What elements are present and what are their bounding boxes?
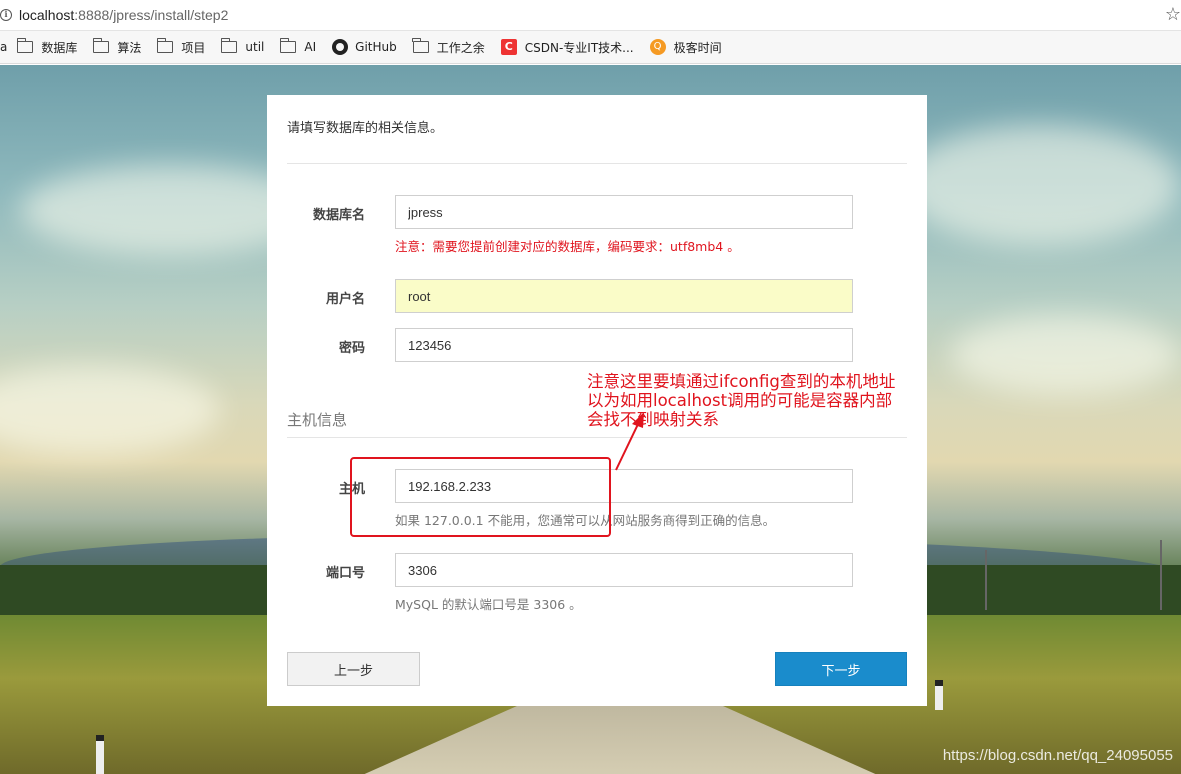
port-help: MySQL 的默认端口号是 3306 。 xyxy=(395,597,582,612)
power-tower xyxy=(1160,540,1162,610)
db-name-input[interactable] xyxy=(395,195,853,229)
bookmark-geektime[interactable]: Q 极客时间 xyxy=(649,39,722,56)
bookmarks-bar: a 数据库 算法 项目 util AI GitHub 工作之余 C CSDN-专业… xyxy=(0,31,1181,64)
address-bar[interactable]: i localhost:8888/jpress/install/step2 ☆ xyxy=(0,0,1181,31)
road-post xyxy=(935,680,943,710)
cloud xyxy=(950,315,1180,395)
bookmark-star-icon[interactable]: ☆ xyxy=(1165,4,1181,25)
road-post xyxy=(96,735,104,774)
previous-step-button[interactable]: 上一步 xyxy=(287,652,420,686)
password-input[interactable] xyxy=(395,328,853,362)
folder-icon xyxy=(280,38,297,53)
bookmark-folder-database[interactable]: 数据库 xyxy=(17,38,77,56)
username-input[interactable] xyxy=(395,279,853,313)
site-info-icon[interactable]: i xyxy=(0,9,12,21)
folder-icon xyxy=(412,38,429,53)
bookmark-github[interactable]: GitHub xyxy=(332,39,397,55)
db-name-help: 注意：需要您提前创建对应的数据库，编码要求：utf8mb4 。 xyxy=(395,239,740,254)
watermark: https://blog.csdn.net/qq_24095055 xyxy=(942,747,1173,764)
username-label: 用户名 xyxy=(325,292,365,307)
form-intro: 请填写数据库的相关信息。 xyxy=(287,121,444,136)
annotation-highlight-box xyxy=(350,457,611,537)
power-tower xyxy=(985,550,987,610)
divider xyxy=(287,437,907,438)
folder-icon xyxy=(221,38,238,53)
password-label: 密码 xyxy=(338,341,365,356)
bookmark-folder-algorithm[interactable]: 算法 xyxy=(93,38,141,56)
next-step-button[interactable]: 下一步 xyxy=(775,652,907,686)
bookmark-folder-ai[interactable]: AI xyxy=(280,38,316,54)
bookmark-csdn[interactable]: C CSDN-专业IT技术... xyxy=(500,39,634,56)
port-input[interactable] xyxy=(395,553,853,587)
github-icon xyxy=(332,39,349,55)
folder-icon xyxy=(93,38,110,53)
cloud xyxy=(0,365,220,455)
cloud xyxy=(900,125,1180,245)
geektime-icon: Q xyxy=(649,39,666,55)
folder-icon xyxy=(157,38,174,53)
url-text[interactable]: localhost:8888/jpress/install/step2 xyxy=(19,7,228,23)
port-label: 端口号 xyxy=(325,566,365,581)
section-title-host: 主机信息 xyxy=(287,411,348,429)
divider xyxy=(287,163,907,164)
folder-icon xyxy=(17,38,34,53)
db-name-label: 数据库名 xyxy=(312,208,365,223)
annotation-note: 注意这里要填通过ifconfig查到的本机地址 以为如用localhost调用的… xyxy=(587,372,896,429)
bookmark-folder-leisure[interactable]: 工作之余 xyxy=(412,38,485,56)
bookmark-folder-projects[interactable]: 项目 xyxy=(157,38,205,56)
csdn-icon: C xyxy=(500,39,517,55)
bookmark-partial[interactable]: a xyxy=(0,40,7,54)
bookmark-folder-util[interactable]: util xyxy=(221,38,264,54)
